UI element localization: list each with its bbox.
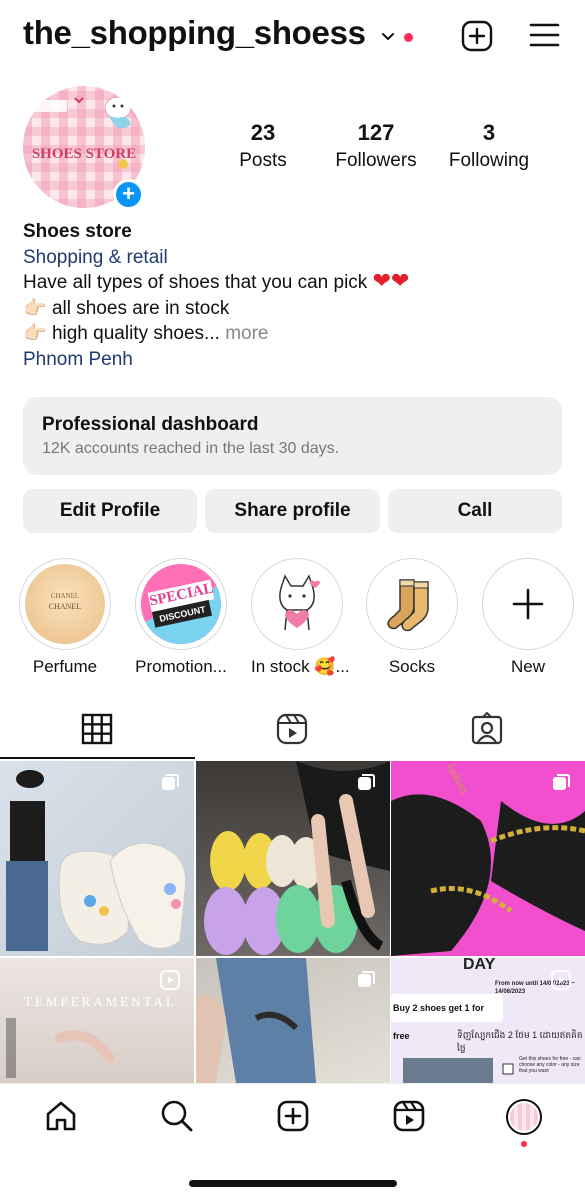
following-label: Following [448, 150, 530, 171]
display-name: Shoes store [23, 221, 132, 242]
post-caption-overlay: TEMPERAMENTAL [24, 994, 177, 1009]
promo-post-khmer: ទិញស្បែកជើង 2 ថែម 1 ដោយឥតគិតថ្លៃ [457, 1030, 583, 1053]
create-post-icon[interactable] [276, 1099, 310, 1133]
search-icon[interactable] [160, 1099, 194, 1133]
profile-avatar[interactable]: SHOES STORE [23, 86, 145, 208]
profile-tab-avatar [510, 1103, 538, 1131]
dashboard-title: Professional dashboard [42, 414, 259, 435]
highlight-ring: CHANEL CHANEL [19, 558, 111, 650]
bio-line-1: Have all types of shoes that you can pic… [23, 270, 563, 296]
bio-line-3-text: high quality shoes... [51, 323, 220, 344]
tagged-icon[interactable] [470, 712, 504, 746]
reel-icon [551, 970, 571, 990]
plus-square-icon[interactable] [461, 20, 493, 52]
profile-tab[interactable] [506, 1099, 542, 1135]
perfume-brand-2: CHANEL [48, 602, 82, 611]
bio-line-2-text: all shoes are in stock [51, 297, 230, 319]
posts-count: 23 [250, 120, 276, 145]
bio-line-1-text: Have all types of shoes that you can pic… [23, 272, 368, 293]
promo-post-detail: Get this shoes for free - can choose any… [519, 1056, 581, 1074]
bio-line-2: 👉🏻 all shoes are in stock [23, 296, 563, 322]
share-profile-button[interactable]: Share profile [205, 489, 380, 533]
pointing-hand-icon: 👉🏻 [23, 323, 47, 344]
promo-post-title: DAY [463, 958, 496, 973]
highlight-ring [482, 558, 574, 650]
highlight-label: In stock 🥰... [251, 657, 350, 676]
active-tab-indicator [0, 757, 195, 759]
chevron-down-icon[interactable] [381, 30, 395, 44]
highlight-label: New [510, 657, 545, 676]
category-label[interactable]: Shopping & retail [23, 245, 563, 271]
bio-line-3: 👉🏻 high quality shoes... more [23, 321, 563, 347]
profile-notification-dot [521, 1141, 527, 1147]
highlight-in-stock[interactable]: In stock 🥰... [251, 558, 350, 677]
professional-dashboard[interactable]: Professional dashboard 12K accounts reac… [23, 397, 562, 475]
post-thumbnail[interactable] [0, 761, 194, 956]
cat-heart-art [279, 574, 320, 631]
more-link[interactable]: more [225, 323, 268, 344]
heart-icon: ❤❤ [372, 268, 410, 293]
profile-bio: Shoes store Shopping & retail Have all t… [23, 219, 563, 372]
highlight-ring [366, 558, 458, 650]
plus-icon [512, 588, 544, 620]
grid-icon[interactable] [80, 712, 114, 746]
perfume-thumbnail: CHANEL CHANEL [25, 564, 105, 644]
highlight-ring: SPECIAL DISCOUNT [135, 558, 227, 650]
perfume-brand-1: CHANEL [50, 592, 80, 600]
socks-art [387, 579, 429, 632]
in-stock-thumbnail [257, 564, 337, 644]
avatar-label: SHOES STORE [31, 146, 137, 162]
carousel-icon [358, 971, 375, 987]
pointing-hand-icon: 👉🏻 [23, 297, 47, 319]
dashboard-subtitle: 12K accounts reached in the last 30 days… [42, 440, 340, 457]
highlight-socks[interactable]: Socks [366, 558, 458, 677]
top-bar: the_shopping_shoess [0, 0, 585, 76]
highlight-perfume[interactable]: CHANEL CHANEL Perfume [19, 558, 111, 677]
following-count: 3 [482, 120, 496, 145]
notification-dot [404, 33, 413, 42]
highlight-promotion[interactable]: SPECIAL DISCOUNT Promotion... [135, 558, 227, 677]
reels-nav-icon[interactable] [392, 1099, 426, 1133]
promotion-thumbnail: SPECIAL DISCOUNT [141, 564, 221, 644]
carousel-icon [358, 774, 375, 790]
hamburger-menu-icon[interactable] [529, 22, 560, 48]
reels-icon[interactable] [275, 712, 309, 746]
highlight-ring [251, 558, 343, 650]
carousel-icon [553, 774, 570, 790]
highlight-new[interactable]: New [482, 558, 574, 677]
promo-post-offer: Buy 2 shoes get 1 for free [391, 994, 503, 1041]
stat-following[interactable]: 3 Following [442, 120, 536, 172]
post-thumbnail[interactable]: TEMPERAMENTAL [0, 958, 194, 1083]
home-indicator [189, 1180, 397, 1187]
call-button[interactable]: Call [388, 489, 562, 533]
highlight-label: Perfume [32, 657, 98, 676]
highlight-label: Socks [388, 657, 436, 676]
edit-profile-button[interactable]: Edit Profile [23, 489, 197, 533]
new-highlight-inner [488, 564, 568, 644]
post-thumbnail[interactable] [196, 958, 390, 1083]
post-thumbnail[interactable] [196, 761, 390, 956]
followers-label: Followers [335, 150, 417, 171]
highlight-label: Promotion... [135, 657, 227, 676]
account-username[interactable]: the_shopping_shoess [23, 14, 366, 52]
posts-label: Posts [239, 150, 287, 171]
location-label[interactable]: Phnom Penh [23, 347, 563, 373]
stat-posts[interactable]: 23 Posts [232, 120, 294, 172]
socks-thumbnail [372, 564, 452, 644]
carousel-icon [162, 774, 179, 790]
followers-count: 127 [357, 120, 395, 145]
home-icon[interactable] [44, 1099, 78, 1133]
post-thumbnail[interactable]: fashion [391, 761, 585, 956]
reel-icon [160, 970, 180, 990]
post-thumbnail[interactable]: DAY From now until 14/07/2023 ~ 14/08/20… [391, 958, 585, 1083]
stat-followers[interactable]: 127 Followers [330, 120, 422, 172]
